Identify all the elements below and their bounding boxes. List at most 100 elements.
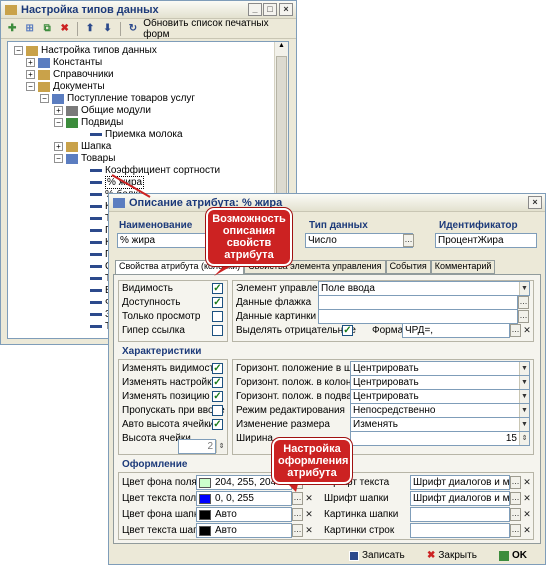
attribute-icon (90, 181, 102, 184)
identifier-header: Идентификатор (439, 220, 518, 231)
expand-icon[interactable]: + (54, 142, 63, 151)
app-icon (5, 4, 17, 15)
select-button[interactable]: … (510, 524, 521, 537)
maximize-button[interactable]: □ (263, 3, 277, 16)
clear-icon[interactable]: ✕ (522, 492, 532, 505)
ok-button[interactable]: OK (499, 550, 527, 561)
collapse-icon[interactable]: − (26, 82, 35, 91)
font-picture-field[interactable]: Шрифт диалогов и меню, 8 (410, 475, 510, 490)
tab-panel: Видимость ✓ Доступность ✓ Только просмот… (113, 274, 541, 544)
hyperlink-checkbox[interactable] (212, 325, 223, 336)
font-picture-field[interactable]: Шрифт диалогов и меню, 8 (410, 491, 510, 506)
cell-height-field[interactable]: 2 (178, 439, 216, 454)
collapse-icon[interactable]: − (54, 154, 63, 163)
color-select-button[interactable]: … (292, 492, 303, 505)
add-icon[interactable]: ✚ (5, 22, 19, 36)
clear-icon[interactable]: ✕ (522, 508, 532, 521)
characteristic-select[interactable]: 15 (350, 431, 530, 446)
picture-data-label: Данные картинки (236, 311, 317, 322)
cell-height-spinner[interactable]: ⇕ (216, 440, 226, 453)
move-down-icon[interactable]: ⬇ (100, 22, 114, 36)
characteristic-right-label: Горизонт. полож. в колонке (236, 377, 362, 388)
characteristic-checkbox[interactable]: ✓ (212, 363, 223, 374)
format-field[interactable]: ЧРД=, (402, 323, 510, 338)
clear-icon[interactable]: ✕ (522, 476, 532, 489)
font-picture-field[interactable] (410, 507, 510, 522)
expand-icon[interactable]: + (26, 70, 35, 79)
format-button[interactable]: … (510, 324, 521, 337)
select-button[interactable]: … (510, 476, 521, 489)
tab-comment[interactable]: Комментарий (430, 260, 496, 274)
characteristic-select[interactable]: Центрировать (350, 361, 530, 376)
characteristic-checkbox[interactable]: ✓ (212, 391, 223, 402)
type-header: Тип данных (309, 220, 368, 231)
design-right-label: Картинки строк (324, 525, 395, 536)
picture-data-button[interactable]: … (518, 310, 529, 323)
color-field[interactable]: Авто (196, 523, 292, 538)
expand-icon[interactable]: + (54, 106, 63, 115)
chevron-down-icon[interactable]: ▼ (519, 376, 529, 389)
scroll-thumb[interactable] (276, 56, 287, 206)
chevron-down-icon[interactable]: ⇕ (519, 432, 529, 445)
collapse-icon[interactable]: − (14, 46, 23, 55)
chevron-down-icon[interactable]: ▼ (519, 362, 529, 375)
expand-icon[interactable]: + (26, 58, 35, 67)
visibility-checkbox[interactable]: ✓ (212, 283, 223, 294)
chevron-down-icon[interactable]: ▼ (519, 404, 529, 417)
select-button[interactable]: … (510, 492, 521, 505)
save-button[interactable]: Записать (349, 550, 405, 561)
dialog-close-button[interactable]: × (528, 196, 542, 209)
refresh-icon[interactable]: ↻ (126, 22, 140, 36)
attribute-icon (90, 253, 102, 256)
readonly-checkbox[interactable] (212, 311, 223, 322)
copy-icon[interactable]: ⧉ (40, 22, 54, 36)
checkbox-data-field[interactable] (318, 295, 518, 310)
collapse-icon[interactable]: − (54, 118, 63, 127)
refresh-print-forms-button[interactable]: Обновить список печатных форм (143, 18, 292, 40)
name-field[interactable]: % жира (117, 233, 217, 248)
checkbox-data-button[interactable]: … (518, 296, 529, 309)
clear-icon[interactable]: ✕ (304, 524, 314, 537)
folder-icon (52, 93, 64, 104)
chevron-down-icon[interactable]: ▼ (519, 418, 529, 431)
control-element-select[interactable]: Поле ввода (318, 281, 530, 296)
delete-icon[interactable]: ✖ (57, 22, 71, 36)
add-group-icon[interactable]: ⊞ (22, 22, 36, 36)
move-up-icon[interactable]: ⬆ (83, 22, 97, 36)
attribute-icon (90, 205, 102, 208)
font-picture-field[interactable] (410, 523, 510, 538)
color-select-button[interactable]: … (292, 524, 303, 537)
highlight-negative-checkbox[interactable]: ✓ (342, 325, 353, 336)
color-field[interactable]: Авто (196, 507, 292, 522)
picture-data-field[interactable] (318, 309, 518, 324)
collapse-icon[interactable]: − (40, 94, 49, 103)
minimize-button[interactable]: _ (248, 3, 262, 16)
folder-icon (38, 69, 50, 80)
characteristic-select[interactable]: Непосредственно (350, 403, 530, 418)
characteristic-checkbox[interactable]: ✓ (212, 377, 223, 388)
characteristic-select[interactable]: Центрировать (350, 389, 530, 404)
characteristic-checkbox[interactable] (212, 405, 223, 416)
type-select-button[interactable]: … (403, 234, 414, 247)
characteristic-checkbox[interactable]: ✓ (212, 419, 223, 430)
clear-icon[interactable]: ✕ (304, 508, 314, 521)
scroll-up-arrow[interactable]: ▲ (275, 42, 288, 54)
color-field[interactable]: 0, 0, 255 (196, 491, 292, 506)
close-dialog-button[interactable]: ✖ Закрыть (427, 550, 477, 561)
checkbox-data-label: Данные флажка (236, 297, 312, 308)
type-field[interactable]: Число (305, 233, 413, 248)
chevron-down-icon[interactable]: ▼ (519, 282, 529, 295)
tab-events[interactable]: События (385, 260, 431, 274)
characteristic-select[interactable]: Центрировать (350, 375, 530, 390)
select-button[interactable]: … (510, 508, 521, 521)
clear-icon[interactable]: ✕ (522, 524, 532, 537)
format-clear-icon[interactable]: ✕ (522, 324, 532, 337)
chevron-down-icon[interactable]: ▼ (519, 390, 529, 403)
color-select-button[interactable]: … (292, 508, 303, 521)
close-button[interactable]: × (279, 3, 293, 16)
dialog-icon (113, 197, 125, 208)
identifier-field[interactable]: ПроцентЖира (435, 233, 537, 248)
characteristic-select[interactable]: Изменять (350, 417, 530, 432)
clear-icon[interactable]: ✕ (304, 492, 314, 505)
availability-checkbox[interactable]: ✓ (212, 297, 223, 308)
